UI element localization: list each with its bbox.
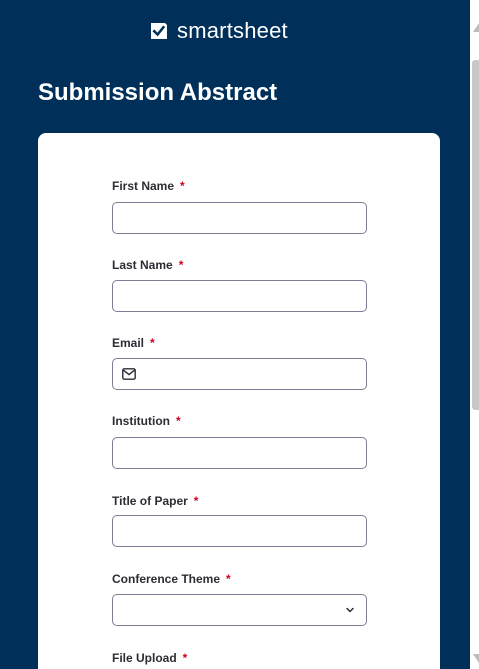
title-of-paper-label: Title of Paper * xyxy=(112,494,198,509)
required-indicator: * xyxy=(182,651,188,665)
first-name-label: First Name * xyxy=(112,179,185,194)
institution-label: Institution * xyxy=(112,414,181,429)
last-name-input[interactable] xyxy=(112,280,367,312)
first-name-label-text: First Name xyxy=(112,179,175,193)
mail-icon xyxy=(122,368,136,380)
last-name-label-text: Last Name xyxy=(112,258,173,272)
file-upload-label-text: File Upload xyxy=(112,651,177,665)
page-title: Submission Abstract xyxy=(38,79,278,106)
conference-theme-label: Conference Theme * xyxy=(112,572,231,587)
email-label-text: Email xyxy=(112,336,145,350)
scrollbar-thumb[interactable] xyxy=(472,60,479,410)
conference-theme-label-text: Conference Theme xyxy=(112,572,221,586)
chevron-down-icon xyxy=(346,607,354,613)
scroll-down-arrow-icon[interactable] xyxy=(473,654,479,663)
title-of-paper-label-text: Title of Paper xyxy=(112,494,188,508)
brand-name: smartsheet xyxy=(177,18,288,43)
required-indicator: * xyxy=(193,494,199,508)
email-input[interactable] xyxy=(112,358,367,390)
form-page: smartsheet Submission Abstract First Nam… xyxy=(0,0,479,669)
conference-theme-select[interactable] xyxy=(112,594,367,626)
title-of-paper-input[interactable] xyxy=(112,515,367,547)
form-card: First Name * Last Name * Email * Institutio… xyxy=(38,133,440,669)
last-name-label: Last Name * xyxy=(112,258,183,273)
email-label: Email * xyxy=(112,336,155,351)
required-indicator: * xyxy=(226,572,231,586)
file-upload-label: File Upload * xyxy=(112,651,187,666)
smartsheet-logo-icon xyxy=(151,23,167,39)
first-name-input[interactable] xyxy=(112,202,367,234)
required-indicator: * xyxy=(178,258,184,272)
required-indicator: * xyxy=(175,414,181,428)
institution-input[interactable] xyxy=(112,437,367,469)
institution-label-text: Institution xyxy=(112,414,170,428)
required-indicator: * xyxy=(150,336,155,350)
scroll-up-arrow-icon[interactable] xyxy=(473,23,479,32)
brand-header: smartsheet xyxy=(150,18,288,44)
required-indicator: * xyxy=(180,179,185,193)
